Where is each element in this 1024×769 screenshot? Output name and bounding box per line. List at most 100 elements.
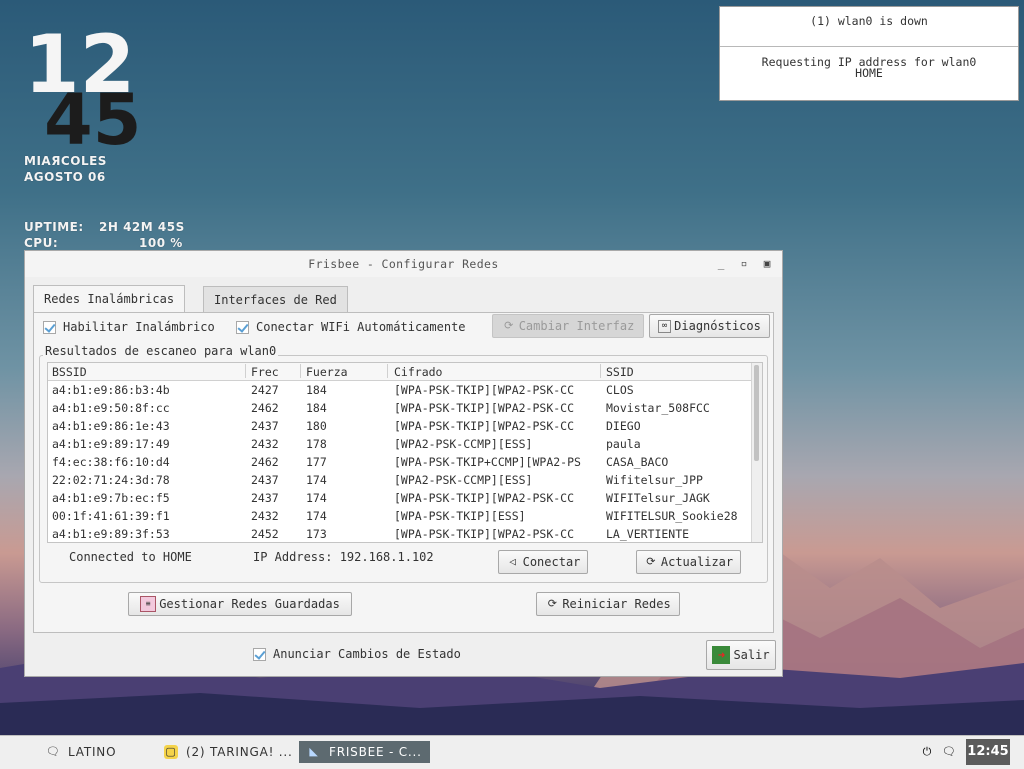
tab-redes-inalambricas[interactable]: Redes Inalámbricas xyxy=(33,285,186,314)
window-title: Frisbee - Configurar Redes xyxy=(308,257,499,271)
table-cell: paula xyxy=(606,437,641,451)
column-header-fuerza[interactable]: Fuerza xyxy=(306,365,348,379)
window-titlebar[interactable]: Frisbee - Configurar Redes _ ▫ ▣ xyxy=(25,251,782,277)
table-cell: 2437 xyxy=(251,473,279,487)
auto-connect-label: Conectar WIFi Automáticamente xyxy=(256,320,466,334)
tab-label: Interfaces de Red xyxy=(214,293,337,307)
table-cell: Movistar_508FCC xyxy=(606,401,710,415)
announce-changes-checkbox[interactable]: Anunciar Cambios de Estado xyxy=(253,647,461,661)
enable-wireless-checkbox[interactable]: Habilitar Inalámbrico xyxy=(43,320,215,334)
chat-tray-icon[interactable]: 🗨 xyxy=(942,745,956,759)
taskbar-item-taringa[interactable]: ▢ (2) TARINGA! ... xyxy=(164,741,293,763)
conky-day: MIAЯCOLES xyxy=(24,154,107,168)
table-row[interactable]: a4:b1:e9:89:17:49 2432 178 [WPA2-PSK-CCMP][… xyxy=(48,435,753,453)
taskbar-clock[interactable]: 12:45 xyxy=(966,739,1010,765)
manage-saved-networks-button[interactable]: ≡ Gestionar Redes Guardadas xyxy=(128,592,352,616)
table-cell: 173 xyxy=(306,527,327,541)
refresh-icon: ⟳ xyxy=(504,319,514,332)
task-label: FRISBEE - C... xyxy=(329,745,422,759)
task-label: LATINO xyxy=(68,745,117,759)
taskbar-item-frisbee[interactable]: ◣ FRISBEE - C... xyxy=(299,741,430,763)
column-separator xyxy=(600,364,601,378)
table-scrollbar[interactable] xyxy=(751,363,762,542)
table-row[interactable]: a4:b1:e9:50:8f:cc 2462 184 [WPA-PSK-TKIP][W… xyxy=(48,399,753,417)
tab-interfaces-de-red[interactable]: Interfaces de Red xyxy=(203,286,348,312)
list-icon: ≡ xyxy=(140,596,157,612)
table-cell: WIFITELSUR_Sookie28 xyxy=(606,509,738,523)
minimize-button[interactable]: _ xyxy=(715,258,727,270)
table-row[interactable]: a4:b1:e9:86:1e:43 2437 180 [WPA-PSK-TKIP][W… xyxy=(48,417,753,435)
taskbar: 🗨 LATINO ▢ (2) TARINGA! ... ◣ FRISBEE - … xyxy=(0,735,1024,769)
networks-table[interactable]: BSSID Frec Fuerza Cifrado SSID a4:b1:e9:… xyxy=(47,362,763,543)
diagnostics-label: Diagnósticos xyxy=(674,319,761,333)
browser-icon: ▢ xyxy=(164,745,178,759)
change-interface-button[interactable]: ⟳ Cambiar Interfaz xyxy=(492,314,644,338)
table-cell: 00:1f:41:61:39:f1 xyxy=(52,509,170,523)
table-cell: 174 xyxy=(306,491,327,505)
tab-label: Redes Inalámbricas xyxy=(44,292,175,306)
notification-line-3: HOME xyxy=(855,66,883,80)
table-cell: a4:b1:e9:86:1e:43 xyxy=(52,419,170,433)
table-cell: 2437 xyxy=(251,419,279,433)
maximize-button[interactable]: ▫ xyxy=(738,258,750,270)
table-cell: CLOS xyxy=(606,383,634,397)
refresh-icon: ⟳ xyxy=(547,597,557,610)
table-cell: 2432 xyxy=(251,437,279,451)
connect-label: Conectar xyxy=(522,555,581,569)
table-cell: [WPA2-PSK-CCMP][ESS] xyxy=(394,437,533,451)
notification-line-1: (1) wlan0 is down xyxy=(720,7,1018,47)
frisbee-icon: ◣ xyxy=(309,745,319,758)
table-row[interactable]: 22:02:71:24:3d:78 2437 174 [WPA2-PSK-CCMP][… xyxy=(48,471,753,489)
ip-address: IP Address: 192.168.1.102 xyxy=(253,550,434,564)
connect-icon: ◁ xyxy=(509,555,516,568)
exit-door-icon: ➜ xyxy=(712,646,731,664)
enable-wireless-label: Habilitar Inalámbrico xyxy=(63,320,215,334)
table-cell: [WPA-PSK-TKIP][WPA2-PSK-CC xyxy=(394,401,575,415)
close-button[interactable]: ▣ xyxy=(761,258,773,270)
table-header: BSSID Frec Fuerza Cifrado SSID xyxy=(48,363,753,381)
notification-body: Requesting IP address for wlan0 HOME xyxy=(720,47,1018,79)
table-cell: [WPA-PSK-TKIP][WPA2-PSK-CC xyxy=(394,419,575,433)
table-cell: 178 xyxy=(306,437,327,451)
refresh-button[interactable]: ⟳ Actualizar xyxy=(636,550,741,574)
table-row[interactable]: 00:1f:41:61:39:f1 2432 174 [WPA-PSK-TKIP][E… xyxy=(48,507,753,525)
table-cell: 2452 xyxy=(251,527,279,541)
exit-button[interactable]: ➜ Salir xyxy=(706,640,776,670)
table-row[interactable]: f4:ec:38:f6:10:d4 2462 177 [WPA-PSK-TKIP+CC… xyxy=(48,453,753,471)
conky-clock-graphic: 12 45 xyxy=(24,26,139,146)
column-separator xyxy=(387,364,388,378)
connection-status: Connected to HOME xyxy=(69,550,192,564)
diagnostics-button[interactable]: ∞ Diagnósticos xyxy=(649,314,770,338)
table-cell: a4:b1:e9:50:8f:cc xyxy=(52,401,170,415)
notification-popup[interactable]: (1) wlan0 is down Requesting IP address … xyxy=(719,6,1019,101)
table-cell: 2462 xyxy=(251,455,279,469)
conky-minutes: 45 xyxy=(44,79,139,146)
table-cell: 2437 xyxy=(251,491,279,505)
conky-cpu-value: 100 % xyxy=(139,236,183,250)
table-row[interactable]: a4:b1:e9:89:3f:53 2452 173 [WPA-PSK-TKIP][W… xyxy=(48,525,753,542)
auto-connect-checkbox[interactable]: Conectar WIFi Automáticamente xyxy=(236,320,466,334)
network-tray-icon[interactable]: ⏻ xyxy=(920,745,934,759)
table-cell: 2427 xyxy=(251,383,279,397)
frisbee-window: Frisbee - Configurar Redes _ ▫ ▣ Redes I… xyxy=(24,250,783,677)
column-header-cifrado[interactable]: Cifrado xyxy=(394,365,442,379)
checkbox-checked-icon xyxy=(253,647,266,661)
restart-networks-button[interactable]: ⟳ Reiniciar Redes xyxy=(536,592,680,616)
connect-button[interactable]: ◁ Conectar xyxy=(498,550,588,574)
table-cell: a4:b1:e9:89:17:49 xyxy=(52,437,170,451)
table-cell: DIEGO xyxy=(606,419,641,433)
column-header-ssid[interactable]: SSID xyxy=(606,365,634,379)
chat-icon: 🗨 xyxy=(46,745,61,758)
table-cell: 174 xyxy=(306,473,327,487)
table-cell: 180 xyxy=(306,419,327,433)
scrollbar-thumb[interactable] xyxy=(754,365,759,461)
taskbar-item-latino[interactable]: 🗨 LATINO xyxy=(46,741,116,763)
table-cell: 184 xyxy=(306,401,327,415)
column-header-bssid[interactable]: BSSID xyxy=(52,365,87,379)
table-cell: LA_VERTIENTE xyxy=(606,527,690,541)
table-row[interactable]: a4:b1:e9:7b:ec:f5 2437 174 [WPA-PSK-TKIP][W… xyxy=(48,489,753,507)
table-cell: 22:02:71:24:3d:78 xyxy=(52,473,170,487)
scan-results-label: Resultados de escaneo para wlan0 xyxy=(43,344,279,358)
table-row[interactable]: a4:b1:e9:86:b3:4b 2427 184 [WPA-PSK-TKIP][W… xyxy=(48,381,753,399)
column-header-frec[interactable]: Frec xyxy=(251,365,279,379)
